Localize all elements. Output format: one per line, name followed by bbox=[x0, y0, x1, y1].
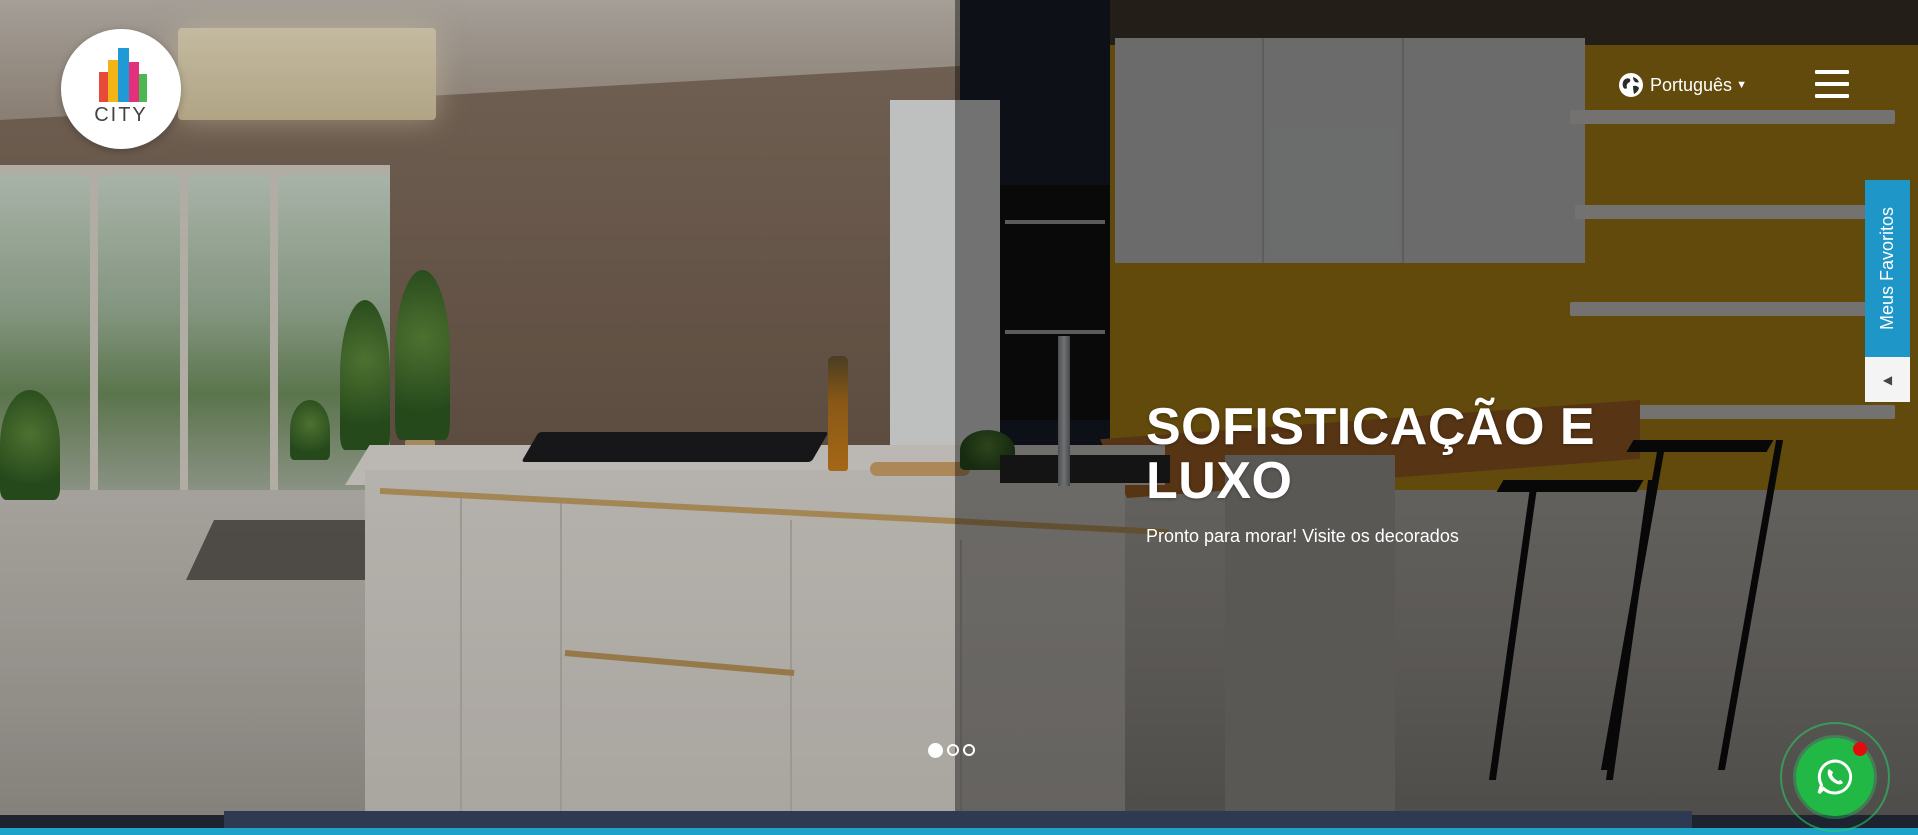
whatsapp-icon bbox=[1817, 759, 1853, 795]
hamburger-menu-icon[interactable] bbox=[1815, 70, 1849, 100]
favorites-toggle-button[interactable]: ◀ bbox=[1865, 357, 1910, 402]
triangle-left-icon: ◀ bbox=[1882, 372, 1893, 387]
logo-tagline bbox=[120, 127, 122, 133]
notification-badge bbox=[1853, 742, 1867, 756]
bottom-accent-edge bbox=[0, 828, 1918, 835]
city-logo[interactable]: CITY bbox=[61, 29, 181, 149]
logo-text: CITY bbox=[94, 103, 148, 126]
chevron-down-icon: ▼ bbox=[1736, 79, 1747, 91]
carousel-dot-2[interactable] bbox=[947, 744, 959, 756]
carousel-dot-1[interactable] bbox=[928, 743, 943, 758]
city-buildings-logo-icon bbox=[93, 46, 149, 102]
carousel-dots bbox=[928, 743, 975, 758]
language-selector[interactable]: Português ▼ bbox=[1618, 72, 1747, 98]
slide-subtitle: Pronto para morar! Visite os decorados bbox=[1146, 526, 1459, 546]
globe-icon bbox=[1619, 73, 1643, 97]
favorites-tab-label: Meus Favoritos bbox=[1877, 206, 1897, 331]
favorites-tab[interactable]: Meus Favoritos bbox=[1865, 180, 1910, 357]
language-label: Português bbox=[1650, 74, 1733, 95]
slide-title: SOFISTICAÇÃO E LUXO bbox=[1146, 398, 1596, 510]
carousel-dot-3[interactable] bbox=[963, 744, 975, 756]
